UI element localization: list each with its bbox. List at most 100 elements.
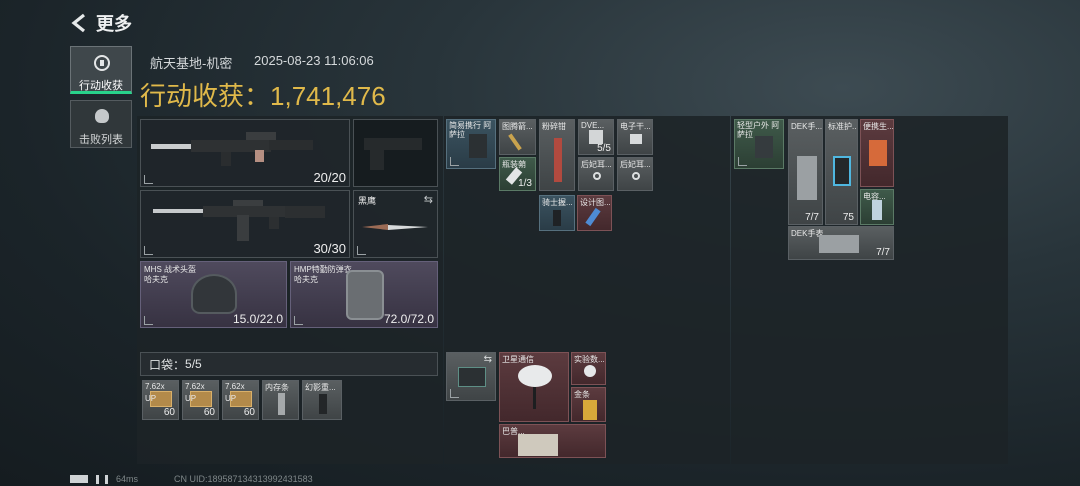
item-name: 后妃耳... <box>581 160 612 169</box>
slot-corner-icon <box>450 389 459 398</box>
pistol-icon <box>364 138 422 170</box>
rig-item[interactable]: 设计图... <box>577 195 612 231</box>
backpack-item[interactable]: 巴普... <box>499 424 606 458</box>
item-sub: UP <box>225 394 237 403</box>
slot-corner-icon <box>738 157 747 166</box>
case-item[interactable]: 便携生... <box>860 119 894 187</box>
item-name: 实验数... <box>574 355 605 364</box>
backpack-item[interactable]: 实验数... <box>571 352 606 385</box>
arrow-icon <box>508 133 522 151</box>
pliers-icon <box>554 138 562 182</box>
signal-icon <box>96 474 108 484</box>
rig-item[interactable]: 后妃耳... <box>578 157 614 191</box>
back-button[interactable]: 更多 <box>70 10 132 36</box>
rifle-icon <box>151 132 313 166</box>
case-slot[interactable]: 轻型户外 阿萨拉 <box>734 119 784 169</box>
rig-item[interactable]: 后妃耳... <box>617 157 653 191</box>
case-item[interactable]: 电容... <box>860 189 894 225</box>
rig-item[interactable]: 5/5 <box>578 138 614 155</box>
knife-icon <box>362 224 428 230</box>
tab-action-harvest[interactable]: 行动收获 <box>70 46 132 94</box>
tab-defeat-list[interactable]: 击败列表 <box>70 100 132 148</box>
rig-item[interactable]: 瓶装蒴 1/3 <box>499 157 536 191</box>
melee-name: 黑鹰 <box>358 196 377 206</box>
tab-label: 击败列表 <box>79 134 123 146</box>
item-name: DEK手... <box>791 122 823 131</box>
helmet-durability: 15.0/22.0 <box>232 312 283 326</box>
secondary-ammo-count: 30/30 <box>313 241 346 256</box>
pocket-count: 5/5 <box>185 357 202 371</box>
grip-icon <box>553 210 561 226</box>
item-name: 幻影重... <box>305 383 336 392</box>
item-name: 卫星通信 <box>502 355 534 364</box>
case-item[interactable]: 标准护... 75 <box>825 119 858 225</box>
rig-item[interactable]: 图腾箭... <box>499 119 536 155</box>
tripod-icon <box>533 387 536 409</box>
backpack-item[interactable]: 金条 <box>571 387 606 422</box>
swap-icon: ⇆ <box>483 354 492 365</box>
primary-ammo-count: 20/20 <box>313 170 346 185</box>
memory-stick-icon <box>278 393 285 415</box>
item-name: 电子干... <box>620 122 651 131</box>
item-count: 60 <box>243 407 255 418</box>
chest-rig-icon <box>469 134 487 158</box>
item-count: 7/7 <box>876 247 890 258</box>
pocket-item[interactable]: 幻影重... <box>302 380 342 420</box>
backpack-slot[interactable]: ⇆ <box>446 352 496 401</box>
skull-icon <box>95 109 109 123</box>
uid-label: CN UID:1895871343139924315​83 <box>174 474 313 484</box>
item-name: 后妃耳... <box>620 160 651 169</box>
pocket-item[interactable]: 内存条 <box>262 380 299 420</box>
page-title: 更多 <box>96 14 132 34</box>
location-label: 航天基地-机密 <box>150 56 233 71</box>
item-name: 图腾箭... <box>502 122 533 131</box>
pistol-slot[interactable] <box>353 119 438 187</box>
rig-item[interactable]: 骑士握... <box>539 195 575 231</box>
assault-rifle-icon <box>153 200 325 241</box>
melee-slot[interactable]: 黑鹰 ⇆ <box>353 190 438 258</box>
blueprint-icon <box>585 207 601 227</box>
item-sub: UP <box>145 394 157 403</box>
earring-icon <box>632 172 640 180</box>
helmet-slot[interactable]: MHS 战术头盔 哈夫克 15.0/22.0 <box>140 261 287 328</box>
item-name: 7.62x <box>185 382 205 391</box>
rig-slot[interactable]: 简易携行 阿萨拉 <box>446 119 496 169</box>
watch-icon <box>797 156 817 200</box>
ping-label: 64ms <box>116 474 139 484</box>
part-icon <box>319 394 327 414</box>
datetime-label: 2025-08-23 11:06:06 <box>254 53 374 68</box>
item-name: 粉碎钳 <box>542 122 566 131</box>
slot-corner-icon <box>144 316 153 325</box>
secondary-weapon-slot[interactable]: 30/30 <box>140 190 350 258</box>
pocket-header: 口袋： 5/5 <box>140 352 438 376</box>
pocket-item[interactable]: 7.62x UP 60 <box>222 380 259 420</box>
rig-item[interactable]: 电子干... <box>617 119 653 155</box>
item-name: 7.62x <box>145 382 165 391</box>
chevron-left-icon <box>71 13 85 33</box>
item-count: 60 <box>163 407 175 418</box>
backpack-item[interactable]: 卫星通信 <box>499 352 569 422</box>
backpack-icon <box>458 367 486 387</box>
item-name: 7.62x <box>225 382 245 391</box>
case-item[interactable]: DEK手... 7/7 <box>788 119 823 225</box>
harvest-total: 行动收获：1,741,476 <box>140 76 386 113</box>
item-name: 内存条 <box>265 383 289 392</box>
item-count: 60 <box>203 407 215 418</box>
vest-slot[interactable]: HMP特勤防弹衣 哈夫克 72.0/72.0 <box>290 261 438 328</box>
battery-icon <box>70 475 88 483</box>
slot-corner-icon <box>294 316 303 325</box>
swap-icon: ⇆ <box>423 194 433 206</box>
item-sub: UP <box>185 394 197 403</box>
helmet-icon <box>191 274 237 314</box>
item-name: 便携生... <box>863 122 894 131</box>
loot-icon <box>94 55 110 71</box>
case-item[interactable]: DEK手表 7/7 <box>788 226 894 260</box>
rig-item[interactable]: 粉碎钳 <box>539 119 575 191</box>
primary-weapon-slot[interactable]: 20/20 <box>140 119 350 187</box>
item-count: 5/5 <box>597 143 611 154</box>
vest-icon <box>346 270 384 320</box>
pocket-item[interactable]: 7.62x UP 60 <box>182 380 219 420</box>
vest-brand: 哈夫克 <box>294 275 318 284</box>
tab-label: 行动收获 <box>79 80 123 92</box>
pocket-item[interactable]: 7.62x UP 60 <box>142 380 179 420</box>
